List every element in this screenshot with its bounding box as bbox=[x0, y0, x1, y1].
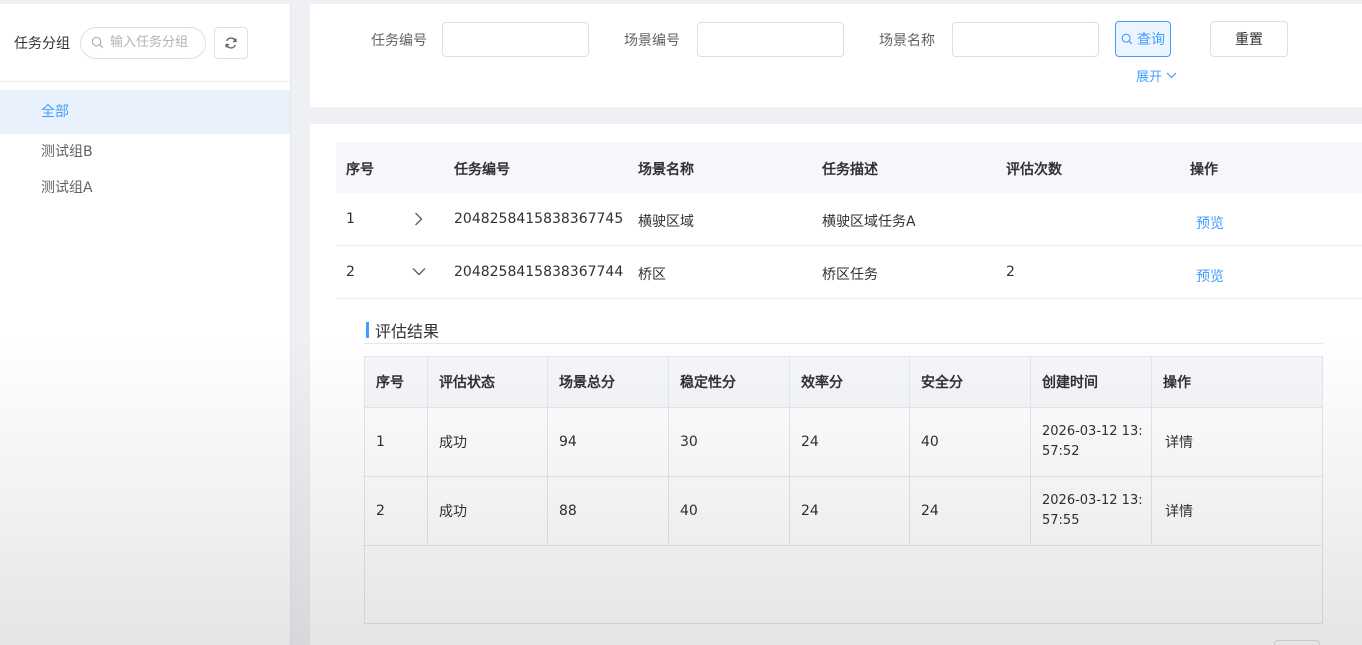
eval-index: 2 bbox=[365, 477, 428, 545]
sidebar-item-test-group-b[interactable]: 测试组B bbox=[0, 134, 290, 170]
header-task-desc: 任务描述 bbox=[822, 162, 878, 178]
group-search-input[interactable] bbox=[110, 35, 200, 50]
chevron-right-icon[interactable] bbox=[414, 212, 423, 226]
eval-header-action: 操作 bbox=[1163, 375, 1191, 391]
task-table-panel: 序号 任务编号 场景名称 任务描述 评估次数 操作 1 204825841583… bbox=[310, 124, 1362, 645]
preview-link[interactable]: 预览 bbox=[1196, 266, 1224, 286]
eval-efficiency: 24 bbox=[790, 477, 910, 545]
pagination-control[interactable] bbox=[1274, 640, 1320, 645]
table-row: 1 2048258415838367745 横驶区域 横驶区域任务A 预览 bbox=[336, 193, 1362, 246]
eval-status: 成功 bbox=[428, 408, 548, 476]
row-scene-name: 桥区 bbox=[638, 267, 666, 283]
sidebar-title: 任务分组 bbox=[14, 35, 70, 52]
header-eval-count: 评估次数 bbox=[1006, 162, 1062, 178]
detail-link[interactable]: 详情 bbox=[1152, 477, 1322, 545]
row-index: 2 bbox=[346, 264, 355, 280]
task-no-label: 任务编号 bbox=[371, 33, 427, 49]
task-table-header: 序号 任务编号 场景名称 任务描述 评估次数 操作 bbox=[336, 142, 1362, 193]
eval-header-total: 场景总分 bbox=[548, 357, 669, 407]
row-task-desc: 横驶区域任务A bbox=[822, 214, 916, 230]
eval-total: 94 bbox=[548, 408, 669, 476]
scene-name-label: 场景名称 bbox=[879, 33, 935, 49]
eval-stability: 30 bbox=[669, 408, 790, 476]
eval-results-title: 评估结果 bbox=[366, 318, 439, 342]
eval-results-table: 序号 评估状态 场景总分 稳定性分 效率分 安全分 创建时间 操作 1 成功 9… bbox=[364, 356, 1323, 624]
table-row: 1 成功 94 30 24 40 2026-03-12 13:57:52 详情 bbox=[365, 408, 1322, 477]
header-action: 操作 bbox=[1190, 162, 1218, 178]
header-task-no: 任务编号 bbox=[454, 162, 510, 178]
sidebar-header: 任务分组 bbox=[0, 4, 290, 82]
eval-created: 2026-03-12 13:57:52 bbox=[1031, 408, 1152, 476]
header-scene-name: 场景名称 bbox=[638, 162, 694, 178]
eval-safety: 40 bbox=[910, 408, 1031, 476]
search-icon bbox=[91, 36, 104, 49]
group-list: 全部 测试组B 测试组A bbox=[0, 82, 290, 206]
eval-index: 1 bbox=[365, 408, 428, 476]
expand-toggle[interactable]: 展开 bbox=[1136, 66, 1177, 85]
eval-header-status: 评估状态 bbox=[428, 357, 548, 407]
scene-no-input[interactable] bbox=[697, 22, 844, 57]
eval-stability: 40 bbox=[669, 477, 790, 545]
eval-header-efficiency: 效率分 bbox=[790, 357, 910, 407]
preview-link[interactable]: 预览 bbox=[1196, 213, 1224, 233]
title-accent-bar bbox=[366, 322, 369, 338]
eval-created: 2026-03-12 13:57:55 bbox=[1031, 477, 1152, 545]
query-button[interactable]: 查询 bbox=[1115, 21, 1171, 57]
search-icon bbox=[1121, 33, 1133, 45]
eval-status: 成功 bbox=[428, 477, 548, 545]
row-task-no: 2048258415838367744 bbox=[454, 264, 624, 280]
eval-table-header: 序号 评估状态 场景总分 稳定性分 效率分 安全分 创建时间 操作 bbox=[365, 357, 1322, 408]
chevron-down-icon[interactable] bbox=[412, 267, 426, 276]
detail-link[interactable]: 详情 bbox=[1152, 408, 1322, 476]
scene-name-input[interactable] bbox=[952, 22, 1099, 57]
eval-header-created: 创建时间 bbox=[1031, 357, 1152, 407]
header-index: 序号 bbox=[346, 162, 374, 178]
row-index: 1 bbox=[346, 211, 355, 227]
query-label: 查询 bbox=[1137, 32, 1165, 48]
row-eval-count: 2 bbox=[1006, 264, 1015, 280]
group-sidebar: 任务分组 全部 测试组B 测试组A bbox=[0, 4, 291, 645]
eval-results-title-text: 评估结果 bbox=[375, 322, 440, 341]
table-row: 2 成功 88 40 24 24 2026-03-12 13:57:55 详情 bbox=[365, 477, 1322, 546]
scene-no-label: 场景编号 bbox=[624, 33, 680, 49]
eval-efficiency: 24 bbox=[790, 408, 910, 476]
eval-header-safety: 安全分 bbox=[910, 357, 1031, 407]
eval-header-index: 序号 bbox=[365, 357, 428, 407]
row-scene-name: 横驶区域 bbox=[638, 214, 694, 230]
expand-label: 展开 bbox=[1136, 70, 1163, 85]
divider bbox=[364, 343, 1323, 344]
group-search-box[interactable] bbox=[80, 26, 206, 59]
refresh-icon bbox=[224, 36, 238, 50]
eval-safety: 24 bbox=[910, 477, 1031, 545]
eval-header-stability: 稳定性分 bbox=[669, 357, 790, 407]
task-table: 序号 任务编号 场景名称 任务描述 评估次数 操作 1 204825841583… bbox=[336, 142, 1362, 299]
filter-panel: 任务编号 场景编号 场景名称 查询 重置 展开 bbox=[310, 4, 1362, 107]
sidebar-item-all[interactable]: 全部 bbox=[0, 90, 290, 134]
row-task-no: 2048258415838367745 bbox=[454, 211, 624, 227]
eval-total: 88 bbox=[548, 477, 669, 545]
row-task-desc: 桥区任务 bbox=[822, 267, 878, 283]
refresh-button[interactable] bbox=[214, 26, 248, 59]
sidebar-item-test-group-a[interactable]: 测试组A bbox=[0, 170, 290, 206]
table-row: 2 2048258415838367744 桥区 桥区任务 2 预览 bbox=[336, 246, 1362, 299]
reset-button[interactable]: 重置 bbox=[1210, 21, 1288, 57]
task-no-input[interactable] bbox=[442, 22, 589, 57]
chevron-down-icon bbox=[1166, 72, 1177, 79]
